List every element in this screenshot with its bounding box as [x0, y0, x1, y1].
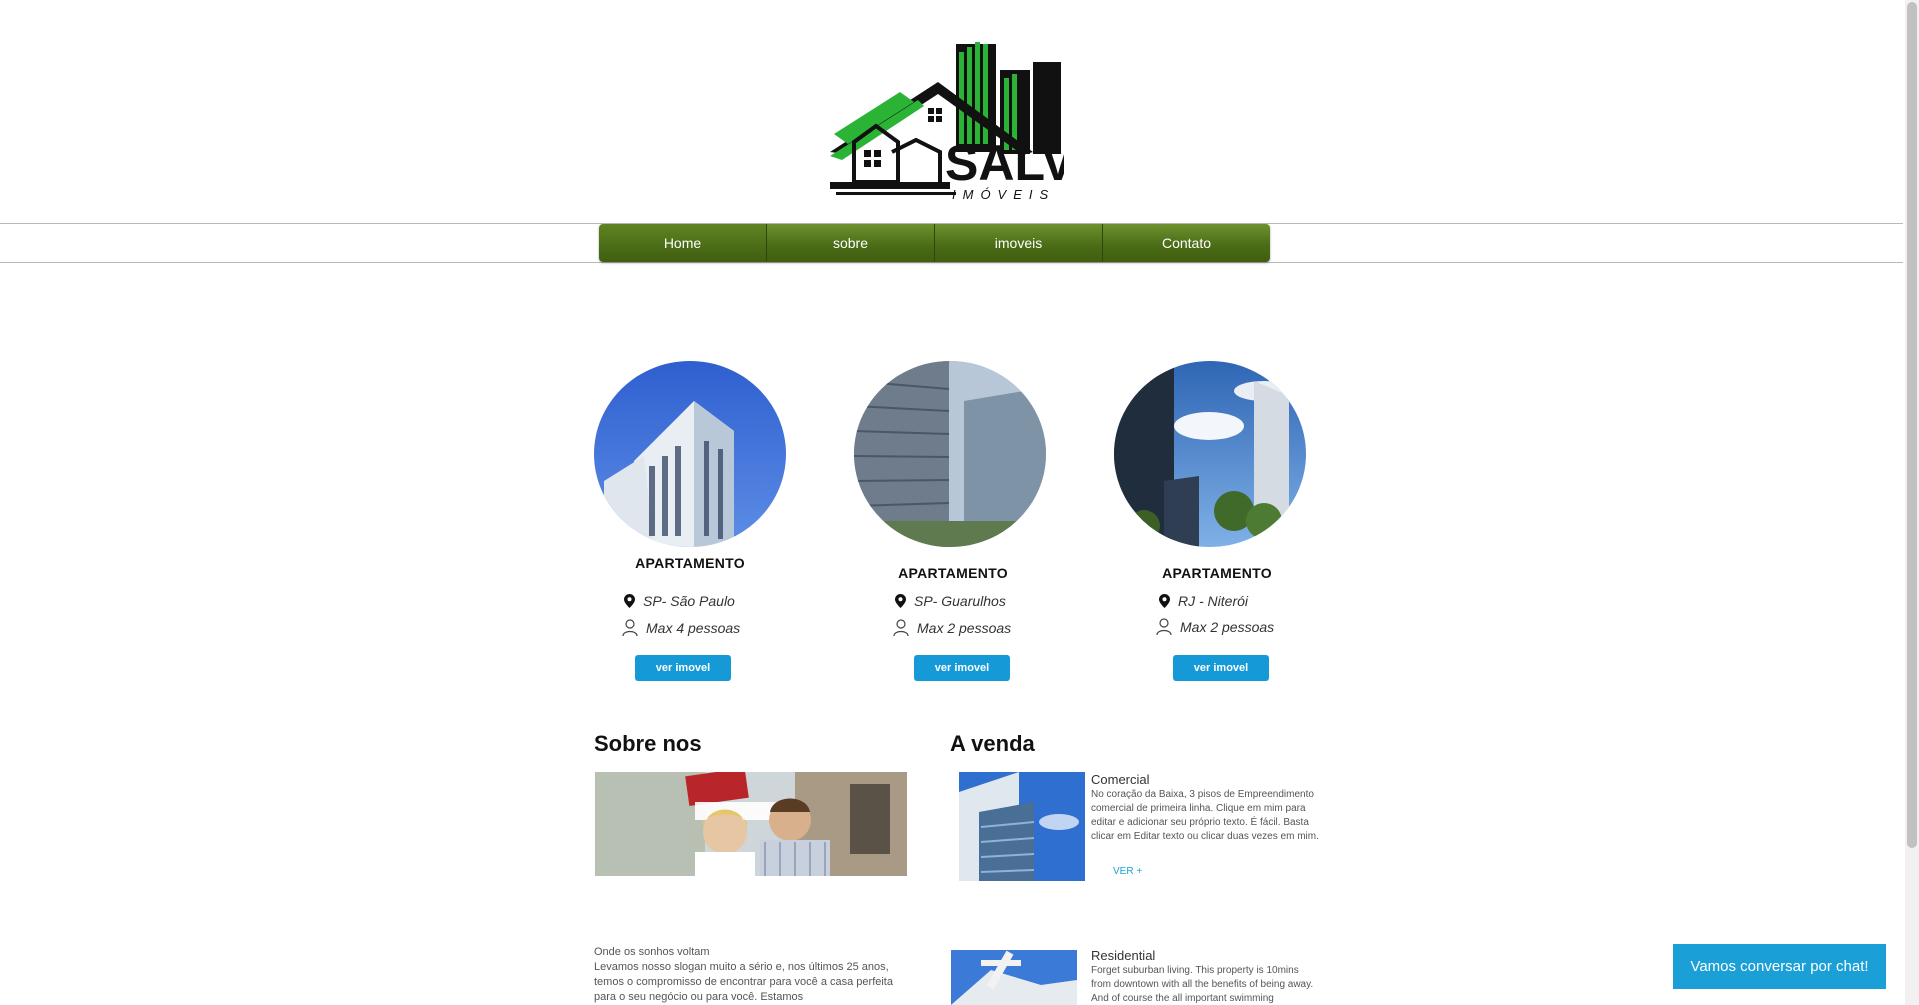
- logo-graphic: SALVO IMÓVEIS: [830, 42, 1114, 202]
- nav-home[interactable]: Home: [599, 224, 767, 262]
- nav-imoveis-label: imoveis: [994, 235, 1043, 251]
- scrollbar-thumb[interactable]: [1907, 2, 1917, 848]
- commercial-building-photo: [959, 772, 1085, 881]
- couple-photo: [595, 772, 907, 876]
- map-pin-icon: [895, 594, 906, 608]
- map-pin-icon: [624, 594, 635, 608]
- capacity-text: Max 4 pessoas: [646, 619, 741, 636]
- chat-button[interactable]: Vamos conversar por chat!: [1673, 944, 1886, 989]
- property-type: APARTAMENTO: [635, 555, 745, 571]
- ver-imovel-button[interactable]: ver imovel: [914, 655, 1010, 681]
- logo-subtitle: IMÓVEIS: [952, 187, 1055, 202]
- button-label: ver imovel: [934, 662, 990, 674]
- nav-sobre[interactable]: sobre: [767, 224, 935, 262]
- property-type: APARTAMENTO: [1162, 565, 1272, 581]
- button-label: ver imovel: [655, 662, 711, 674]
- salvo-logo[interactable]: SALVO IMÓVEIS: [828, 22, 1114, 204]
- listing-image[interactable]: [951, 950, 1077, 1005]
- button-label: ver imovel: [1193, 662, 1249, 674]
- logo-wordmark: SALVO: [945, 135, 1064, 191]
- nav-sobre-label: sobre: [832, 235, 869, 251]
- for-sale-section-title: A venda: [950, 731, 1035, 756]
- location-text: SP- Guarulhos: [914, 593, 1006, 609]
- nav-contato[interactable]: Contato: [1103, 224, 1270, 262]
- location-text: SP- São Paulo: [643, 593, 735, 609]
- property-image[interactable]: [1114, 361, 1306, 547]
- nav-contato-label: Contato: [1161, 235, 1212, 251]
- property-image[interactable]: [594, 361, 786, 547]
- listing-title: Residential: [1091, 948, 1156, 963]
- about-section-title: Sobre nos: [594, 731, 702, 756]
- person-icon: [893, 619, 909, 636]
- listing-description: No coração da Baixa, 3 pisos de Empreend…: [1091, 789, 1319, 842]
- property-capacity: Max 4 pessoas: [622, 619, 740, 636]
- nav-imoveis[interactable]: imoveis: [935, 224, 1103, 262]
- residential-building-photo: [951, 950, 1077, 1005]
- capacity-text: Max 2 pessoas: [1180, 618, 1275, 635]
- about-photo: [595, 772, 907, 876]
- property-location: SP- Guarulhos: [895, 593, 1006, 609]
- building-photo: [594, 361, 786, 547]
- location-text: RJ - Niterói: [1178, 593, 1249, 609]
- main-nav: Home sobre imoveis Contato: [599, 224, 1270, 262]
- building-photo: [1114, 361, 1306, 547]
- chat-button-label: Vamos conversar por chat!: [1690, 958, 1869, 975]
- about-body: Levamos nosso slogan muito a sério e, no…: [594, 961, 893, 1003]
- property-location: SP- São Paulo: [624, 593, 735, 609]
- property-type: APARTAMENTO: [898, 565, 1008, 581]
- listing-description: Forget suburban living. This property is…: [1091, 965, 1314, 1004]
- person-icon: [1156, 618, 1172, 635]
- map-pin-icon: [1159, 594, 1170, 608]
- nav-home-label: Home: [663, 235, 702, 251]
- ver-imovel-button[interactable]: ver imovel: [635, 655, 731, 681]
- property-image[interactable]: [854, 361, 1046, 547]
- about-lead: Onde os sonhos voltam: [594, 946, 710, 958]
- property-capacity: Max 2 pessoas: [893, 619, 1011, 636]
- nav-bottom-rule: [0, 262, 1903, 263]
- building-photo: [854, 361, 1046, 547]
- property-capacity: Max 2 pessoas: [1156, 618, 1274, 635]
- capacity-text: Max 2 pessoas: [917, 619, 1012, 636]
- ver-imovel-button[interactable]: ver imovel: [1173, 655, 1269, 681]
- listing-image[interactable]: [959, 772, 1085, 881]
- ver-mais-link[interactable]: VER +: [1113, 866, 1142, 877]
- person-icon: [622, 619, 638, 636]
- property-location: RJ - Niterói: [1159, 593, 1248, 609]
- listing-title: Comercial: [1091, 772, 1150, 787]
